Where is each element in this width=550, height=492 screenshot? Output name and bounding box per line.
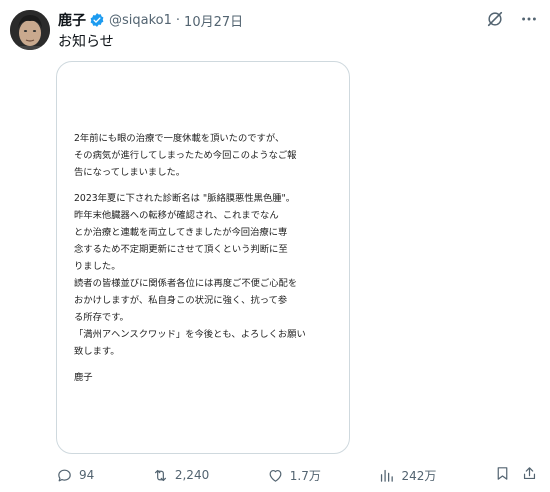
- share-icon: [523, 466, 536, 479]
- verified-badge-icon: [89, 12, 105, 28]
- avatar[interactable]: [10, 10, 50, 50]
- notice-line: 致します。: [74, 346, 120, 357]
- notice-text: 2年前にも眼の治療で一度休載を頂いたのですが、 その病気が進行してしまったため今…: [74, 130, 340, 386]
- notice-line: る所存です。: [74, 312, 129, 323]
- more-icon[interactable]: [520, 10, 538, 28]
- separator: ·: [175, 12, 181, 28]
- like-count: 1.7万: [289, 468, 321, 483]
- notice-line: 2023年夏に下された診断名は "脈絡膜悪性黒色腫"。: [74, 193, 296, 204]
- reply-icon: [58, 469, 71, 481]
- notice-line: 告になってしまいました。: [74, 167, 186, 178]
- avatar-image: [10, 10, 50, 50]
- display-name[interactable]: 鹿子: [58, 10, 86, 30]
- attached-image[interactable]: 2年前にも眼の治療で一度休載を頂いたのですが、 その病気が進行してしまったため今…: [56, 61, 350, 454]
- repost-icon: [154, 469, 166, 481]
- like-button[interactable]: 1.7万: [267, 467, 321, 484]
- reply-button[interactable]: 94: [56, 467, 94, 484]
- repost-button[interactable]: 2,240: [152, 467, 209, 484]
- bookmark-button[interactable]: [494, 465, 511, 486]
- notice-line: 読者の皆様並びに関係者各位には再度ご不便ご心配を: [74, 278, 298, 289]
- views-button[interactable]: 242万: [378, 467, 436, 484]
- notice-paragraph: 鹿子: [74, 369, 340, 386]
- post-text: お知らせ: [58, 34, 114, 50]
- notice-paragraph: 2023年夏に下された診断名は "脈絡膜悪性黒色腫"。 昨年末他臓器への転移が確…: [74, 190, 340, 360]
- notice-line: 念するため不定期更新にさせて頂くという判断に至: [74, 244, 288, 255]
- notice-line: 昨年末他臓器への転移が確認され、これまでなん: [74, 210, 279, 221]
- right-actions: [494, 465, 538, 486]
- bookmark-icon: [497, 466, 508, 480]
- notice-line: おかけしますが、私自身この状況に強く、抗って参: [74, 295, 288, 306]
- notice-line: 「満州アヘンスクワッド」を今後とも、よろしくお願い: [74, 329, 306, 340]
- like-icon: [269, 469, 282, 482]
- notice-line: その病気が進行してしまったため今回このようなご報: [74, 150, 297, 161]
- notice-line: 2年前にも眼の治療で一度休載を頂いたのですが、: [74, 133, 285, 144]
- share-button[interactable]: [521, 465, 538, 486]
- notice-signature: 鹿子: [74, 372, 93, 383]
- post-header: 鹿子 @siqako1 · 10月27日: [58, 10, 243, 30]
- action-bar: 94 2,240 1.7万 242万: [56, 465, 538, 485]
- grok-icon[interactable]: [486, 10, 504, 28]
- repost-count: 2,240: [174, 468, 210, 482]
- views-count: 242万: [401, 468, 437, 483]
- top-actions: [486, 10, 538, 28]
- reply-count: 94: [79, 468, 95, 482]
- notice-paragraph: 2年前にも眼の治療で一度休載を頂いたのですが、 その病気が進行してしまったため今…: [74, 130, 340, 181]
- notice-line: りました。: [74, 261, 121, 272]
- notice-line: とか治療と連載を両立してきましたが今回治療に専: [74, 227, 288, 238]
- post-date[interactable]: 10月27日: [184, 11, 243, 30]
- user-handle[interactable]: @siqako1: [109, 13, 172, 28]
- views-icon: [381, 469, 394, 482]
